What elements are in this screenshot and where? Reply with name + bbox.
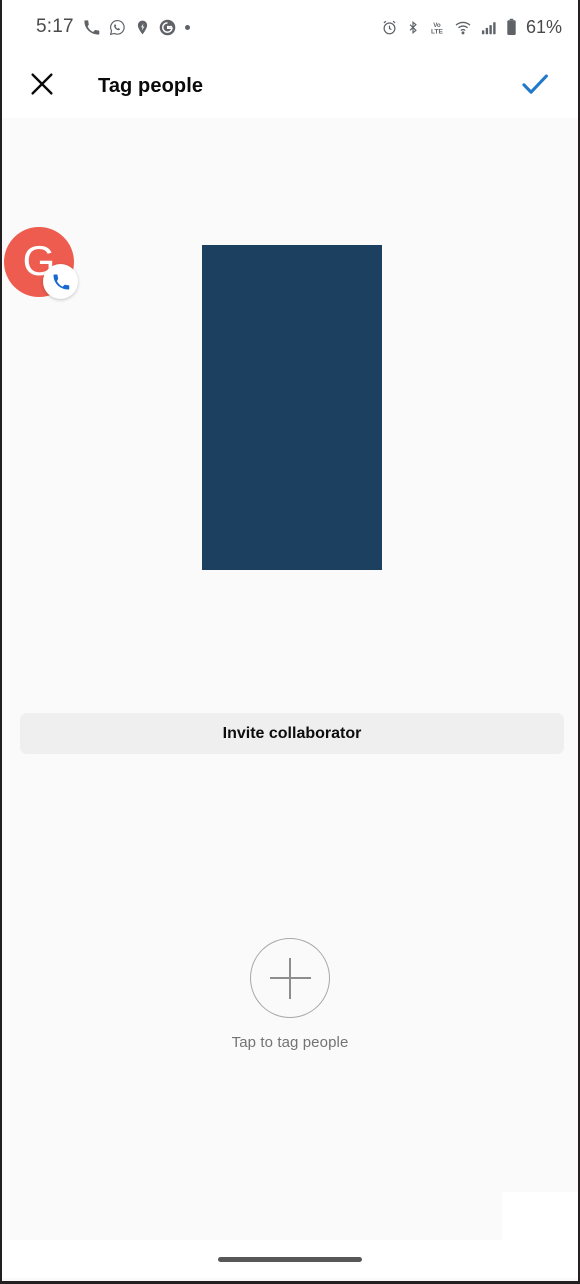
tag-people-content: Invite collaborator Tap to tag people	[2, 118, 578, 1240]
phone-call-icon	[83, 19, 100, 36]
status-bar: 5:17 Vo LTE 61%	[2, 0, 578, 54]
battery-percentage: 61%	[525, 16, 562, 37]
status-bar-left: 5:17	[36, 16, 190, 38]
phone-icon[interactable]	[43, 264, 78, 299]
tap-to-tag-area[interactable]: Tap to tag people	[2, 938, 578, 1051]
cellular-signal-icon	[480, 19, 498, 36]
phone-screen: 5:17 Vo LTE 61% Tag people Invite collab…	[0, 0, 580, 1284]
app-bar: Tag people	[2, 54, 578, 118]
home-gesture-pill[interactable]	[218, 1256, 362, 1262]
google-g-icon	[159, 19, 176, 36]
post-image-preview[interactable]	[202, 245, 382, 570]
status-bar-clock: 5:17	[36, 16, 74, 37]
battery-icon	[506, 18, 517, 36]
invite-collaborator-button[interactable]: Invite collaborator	[20, 713, 564, 754]
alarm-clock-icon	[381, 19, 398, 36]
overlay-patch	[502, 1192, 578, 1245]
tap-to-tag-label: Tap to tag people	[231, 1034, 349, 1051]
close-button[interactable]	[24, 68, 60, 104]
svg-text:Vo: Vo	[433, 21, 441, 28]
page-title: Tag people	[98, 74, 204, 97]
close-icon	[27, 69, 57, 104]
plus-icon[interactable]	[250, 938, 330, 1018]
confirm-button[interactable]	[514, 65, 556, 107]
whatsapp-icon	[109, 19, 126, 36]
notification-dot-icon	[184, 24, 190, 30]
svg-text:LTE: LTE	[431, 28, 444, 35]
system-navigation-bar	[2, 1240, 578, 1278]
wifi-icon	[454, 19, 472, 36]
location-pin-icon	[135, 19, 150, 36]
bluetooth-icon	[406, 19, 420, 36]
floating-call-bubble[interactable]: G	[4, 227, 78, 299]
volte-icon: Vo LTE	[428, 19, 446, 36]
status-bar-right: Vo LTE 61%	[381, 17, 562, 38]
checkmark-icon	[518, 67, 552, 106]
